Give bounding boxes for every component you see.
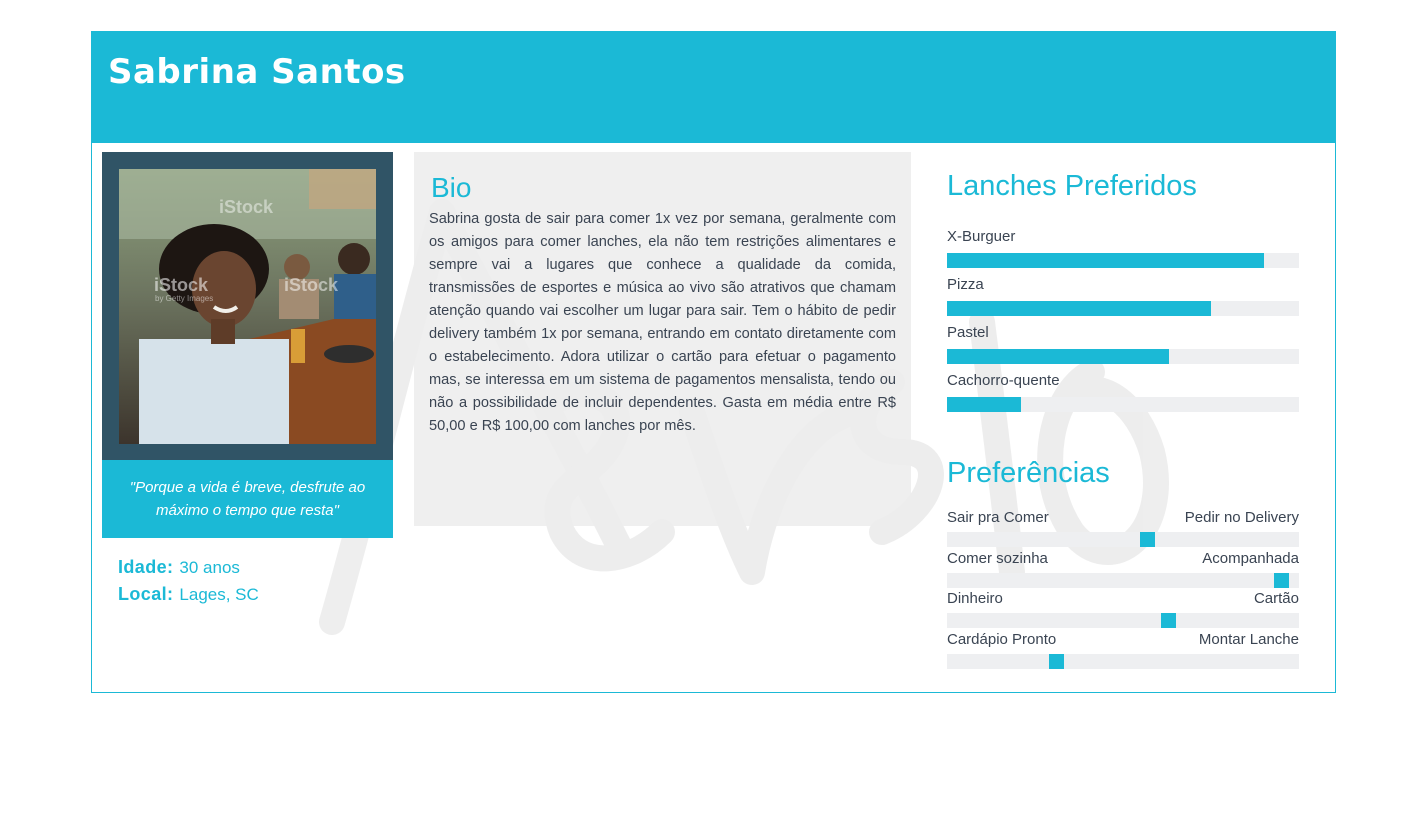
snack-item: Pastel (947, 324, 1299, 372)
preference-marker (1273, 572, 1289, 588)
preference-left-label: Sair pra Comer (947, 509, 1049, 526)
snack-label: Cachorro-quente (947, 372, 1060, 389)
snack-item: Pizza (947, 276, 1299, 324)
preference-left-label: Cardápio Pronto (947, 631, 1057, 649)
preference-track (947, 532, 1299, 547)
preference-item: Comer sozinha Acompanhada (947, 549, 1299, 592)
persona-quote: "Porque a vida é breve, desfrute ao máxi… (102, 460, 393, 538)
preference-track (947, 654, 1299, 670)
preference-item: Dinheiro Cartão (947, 591, 1299, 632)
preference-right-label: Montar Lanche (1198, 631, 1299, 649)
right-column: Lanches Preferidos X-Burguer Pizza Paste… (947, 170, 1299, 673)
age-label: Idade: (118, 557, 174, 577)
preference-item: Sair pra Comer Pedir no Delivery (947, 510, 1299, 551)
preference-track (947, 572, 1299, 588)
persona-card: Sabrina Santos iStock by Getty Images iS… (91, 31, 1336, 693)
preference-right-label: Acompanhada (1202, 549, 1299, 567)
snack-bar-fill (947, 397, 1021, 412)
snack-item: X-Burguer (947, 228, 1299, 276)
bio-panel: Bio Sabrina gosta de sair para comer 1x … (414, 152, 911, 526)
bio-text: Sabrina gosta de sair para comer 1x vez … (429, 211, 896, 434)
preference-list: Sair pra Comer Pedir no Delivery Comer s… (947, 510, 1299, 673)
header-bar: Sabrina Santos (92, 32, 1335, 143)
preference-marker (1161, 613, 1177, 629)
persona-photo: iStock by Getty Images iStock iStock (119, 169, 376, 444)
snack-bar-track (947, 349, 1299, 364)
preference-left-label: Dinheiro (947, 590, 1003, 608)
preference-track (947, 613, 1299, 629)
snack-list: X-Burguer Pizza Pastel Cachorro-quente (947, 228, 1299, 420)
preference-right-label: Cartão (1253, 590, 1299, 608)
snacks-title: Lanches Preferidos (947, 170, 1197, 202)
preference-item: Cardápio Pronto Montar Lanche (947, 632, 1299, 673)
location-value: Lages, SC (179, 585, 259, 604)
location-label: Local: (118, 584, 174, 604)
snack-bar-track (947, 301, 1299, 316)
preference-marker (1048, 654, 1064, 670)
snack-item: Cachorro-quente (947, 372, 1299, 420)
photo-watermark: iStock (154, 275, 209, 295)
bio-title: Bio (431, 172, 472, 203)
photo-watermark-3: iStock (219, 197, 274, 217)
preference-right-label: Pedir no Delivery (1184, 509, 1299, 526)
age-row: Idade: 30 anos (118, 554, 259, 581)
photo-frame: iStock by Getty Images iStock iStock (102, 152, 393, 460)
snack-bar-track (947, 253, 1299, 268)
snack-bar-fill (947, 253, 1264, 268)
snack-bar-fill (947, 349, 1169, 364)
age-value: 30 anos (179, 558, 240, 577)
snack-label: Pizza (947, 276, 984, 293)
snack-bar-track (947, 397, 1299, 412)
snack-label: X-Burguer (947, 228, 1016, 245)
location-row: Local: Lages, SC (118, 581, 259, 608)
photo-watermark-sub: by Getty Images (155, 294, 214, 303)
preference-marker (1140, 532, 1156, 547)
snack-bar-fill (947, 301, 1211, 316)
preferences-title: Preferências (947, 457, 1110, 489)
snack-label: Pastel (947, 324, 989, 341)
preference-left-label: Comer sozinha (947, 549, 1048, 567)
photo-watermark-2: iStock (284, 275, 339, 295)
persona-name: Sabrina Santos (108, 52, 406, 92)
persona-meta: Idade: 30 anos Local: Lages, SC (118, 554, 259, 608)
